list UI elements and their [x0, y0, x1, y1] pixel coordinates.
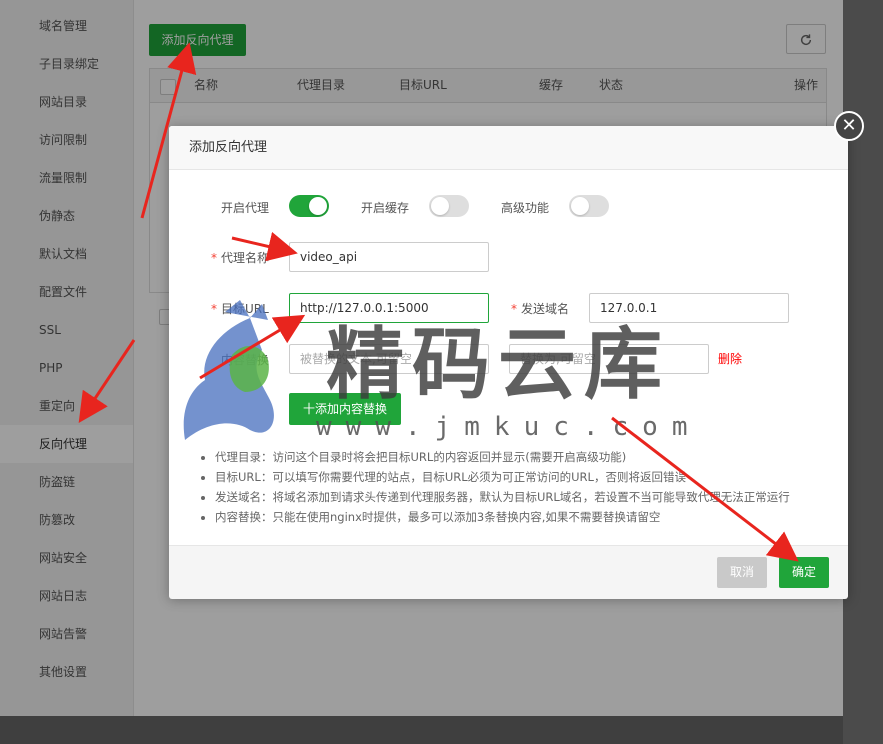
tip-item: 发送域名：将域名添加到请求头传递到代理服务器，默认为目标URL域名，若设置不当可… [215, 487, 855, 507]
tip-item: 目标URL：可以填写你需要代理的站点，目标URL必须为可正常访问的URL，否则将… [215, 467, 855, 487]
close-icon[interactable]: ✕ [834, 111, 864, 141]
cache-toggle[interactable] [429, 195, 469, 217]
cancel-button[interactable]: 取消 [717, 557, 767, 588]
advanced-toggle[interactable] [569, 195, 609, 217]
confirm-button[interactable]: 确定 [779, 557, 829, 588]
delete-replace-link[interactable]: 删除 [718, 350, 742, 367]
replace-label: 内容替换 [221, 353, 270, 367]
dialog-title: 添加反向代理 [169, 126, 848, 170]
tip-item: 代理目录：访问这个目录时将会把目标URL的内容返回并显示(需要开启高级功能) [215, 447, 855, 467]
proxy-toggle[interactable] [289, 195, 329, 217]
watermark-text: 精码云库 [326, 319, 671, 410]
tip-item: 内容替换：只能在使用nginx时提供，最多可以添加3条替换内容,如果不需要替换请… [215, 507, 855, 527]
watermark-url: www.jmkuc.com [316, 412, 702, 442]
cache-toggle-label: 开启缓存 [361, 201, 410, 215]
proxy-toggle-label: 开启代理 [221, 201, 270, 215]
advanced-toggle-label: 高级功能 [501, 201, 550, 215]
help-tips: 代理目录：访问这个目录时将会把目标URL的内容返回并显示(需要开启高级功能) 目… [201, 447, 855, 527]
proxy-name-label: * 代理名称 [211, 251, 270, 265]
proxy-name-input[interactable] [289, 242, 489, 272]
target-url-label: * 目标URL [211, 302, 269, 316]
dialog-footer: 取消 确定 [169, 545, 848, 599]
